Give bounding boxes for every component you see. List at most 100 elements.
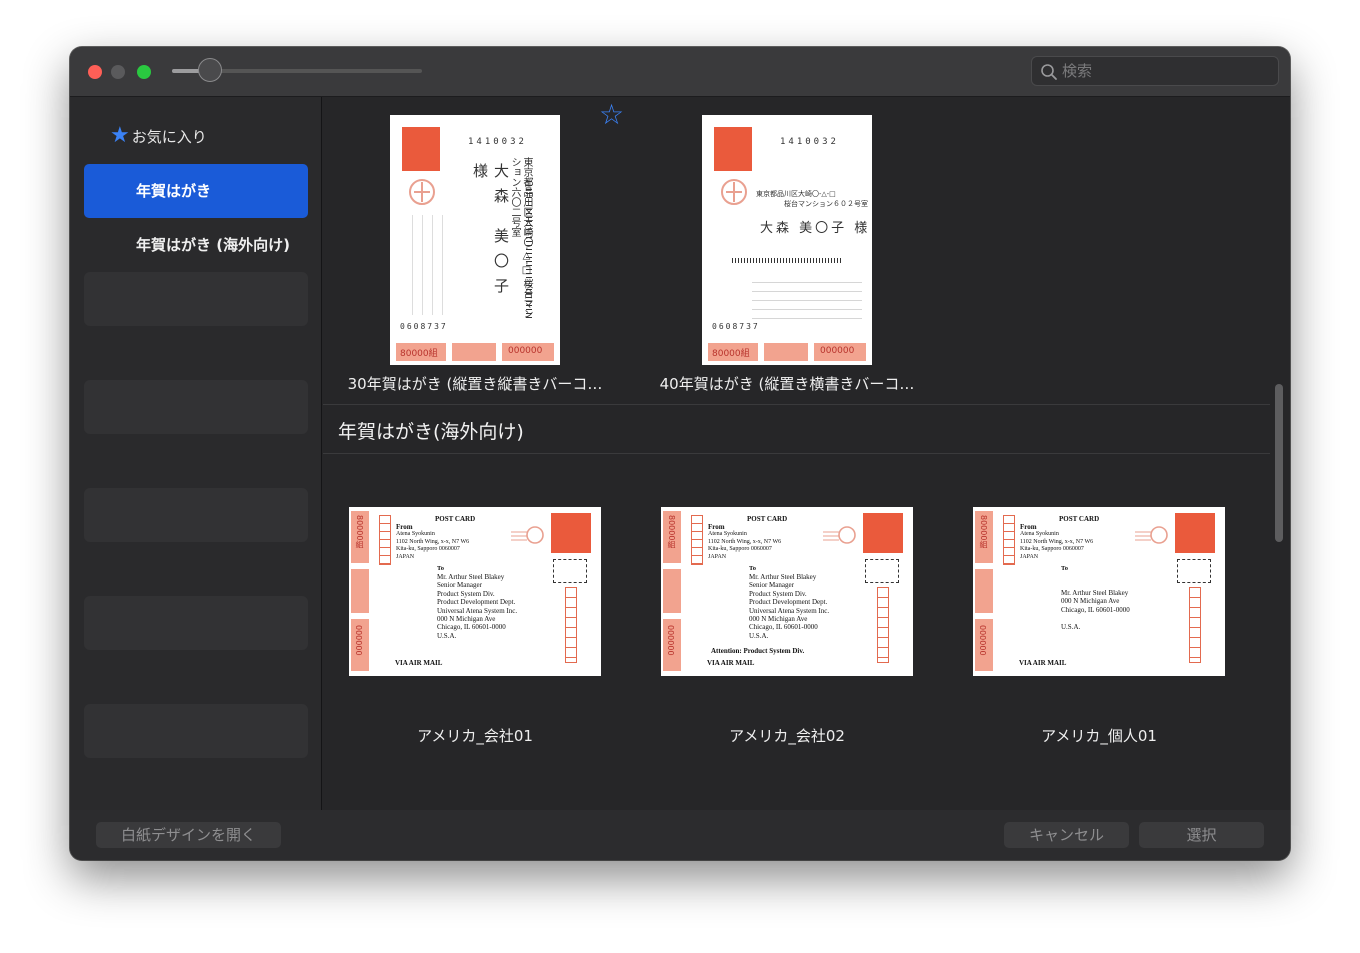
- thumbnail-size-slider[interactable]: [172, 58, 422, 82]
- from-line: 1102 North Wing, x-x, N7 W6: [396, 538, 470, 545]
- open-blank-design-button[interactable]: 白紙デザインを開く: [96, 822, 281, 848]
- from-line: JAPAN: [396, 553, 415, 560]
- sidebar-placeholder-item: [84, 272, 308, 326]
- postcard-footer: VIA AIR MAIL: [395, 659, 443, 667]
- to-line: Chicago, IL 60601-0000: [749, 623, 818, 632]
- barcode: [732, 258, 842, 263]
- stamp-value: 80000組: [712, 349, 750, 359]
- from-line: Kita-ku, Sapporo 0060007: [1020, 546, 1084, 552]
- star-icon: ★: [110, 123, 130, 148]
- sidebar-placeholder-item: [84, 596, 308, 650]
- stamp-value-box: 80000組: [975, 511, 993, 563]
- lottery-graphic: [452, 343, 496, 361]
- lottery-graphic: [351, 569, 369, 613]
- template-caption: アメリカ_会社01: [417, 727, 533, 745]
- stamp-value: 80000組: [355, 515, 364, 549]
- search-input[interactable]: [1062, 60, 1267, 82]
- from-line: Kita-ku, Sapporo 0060007: [396, 546, 460, 552]
- to-line: Chicago, IL 60601-0000: [437, 623, 506, 632]
- to-line: Senior Manager: [749, 581, 794, 590]
- recipient-address-line2: 桜台マンション６０２号室: [784, 200, 868, 208]
- favorite-star-icon[interactable]: ☆: [599, 101, 624, 129]
- lottery-number: 000000: [354, 625, 363, 656]
- zoom-window-button[interactable]: [137, 65, 151, 79]
- postal-code-boxes-vertical: [565, 587, 577, 663]
- lottery-box: 000000: [663, 619, 681, 671]
- attention-line: Attention: Product System Div.: [711, 647, 805, 655]
- sidebar-item-nenga[interactable]: 年賀はがき: [84, 164, 308, 218]
- vertical-scrollbar[interactable]: [1270, 97, 1290, 810]
- footer-bar: 白紙デザインを開く キャンセル 選択: [70, 810, 1290, 860]
- template-grid: 1410032 東京都品川区大崎〇-△-□ 桜台マンション六〇二号室 大森 美〇…: [323, 97, 1270, 810]
- to-line: Product System Div.: [749, 589, 807, 598]
- sidebar: ★ お気に入り 年賀はがき 年賀はがき (海外向け): [70, 97, 322, 810]
- sender-text: [406, 215, 452, 315]
- sidebar-item-nenga-overseas[interactable]: 年賀はがき (海外向け): [84, 218, 308, 272]
- return-code: 0608737: [712, 322, 760, 331]
- lottery-graphic: [975, 569, 993, 613]
- postal-code-boxes: [691, 515, 703, 565]
- lottery-number: 000000: [508, 346, 543, 356]
- to-line: U.S.A.: [749, 631, 769, 640]
- scroll-thumb[interactable]: [1275, 384, 1283, 542]
- template-card-postcard[interactable]: 80000組 000000 POST CARD From Atena Syokunin 1…: [349, 507, 601, 676]
- to-line: Mr. Arthur Steel Blakey: [1061, 589, 1129, 597]
- stamp-graphic: [1175, 513, 1215, 553]
- search-field[interactable]: [1031, 56, 1279, 86]
- stamp-value-box: 80000組: [396, 343, 446, 361]
- to-line: Mr. Arthur Steel Blakey: [749, 573, 817, 581]
- postcard-header: POST CARD: [1059, 515, 1100, 523]
- from-line: Atena Syokunin: [708, 531, 747, 537]
- recipient-address-line1: 東京都品川区大崎〇-△-□: [756, 190, 836, 198]
- lottery-graphic: [663, 569, 681, 613]
- cancel-button[interactable]: キャンセル: [1004, 822, 1129, 848]
- postage-note-box: [1177, 559, 1211, 583]
- return-code: 0608737: [400, 322, 448, 331]
- postmark-icon: [409, 179, 435, 205]
- search-icon: [1041, 64, 1057, 80]
- sidebar-placeholder-item: [84, 380, 308, 434]
- stamp-value-box: 80000組: [351, 511, 369, 563]
- postcard-header: POST CARD: [747, 515, 788, 523]
- close-window-button[interactable]: [88, 65, 102, 79]
- to-line: Universal Atena System Inc.: [749, 606, 830, 615]
- stamp-graphic: [402, 127, 440, 171]
- sidebar-item-label: 年賀はがき (海外向け): [136, 236, 290, 254]
- slider-knob[interactable]: [197, 58, 222, 82]
- template-card-nenga-horizontal[interactable]: 1410032 東京都品川区大崎〇-△-□ 桜台マンション６０２号室 大森 美〇…: [702, 115, 872, 365]
- postal-code-boxes: [379, 515, 391, 565]
- template-card-nenga-vertical[interactable]: 1410032 東京都品川区大崎〇-△-□ 桜台マンション六〇二号室 大森 美〇…: [390, 115, 560, 365]
- stamp-graphic: [863, 513, 903, 553]
- postmark-icon: [823, 526, 856, 544]
- favorites-label: お気に入り: [131, 127, 207, 146]
- template-caption: アメリカ_会社02: [729, 727, 845, 745]
- to-line: U.S.A.: [1061, 622, 1081, 631]
- lottery-number: 000000: [820, 346, 855, 356]
- to-line: 000 N Michigan Ave: [749, 615, 808, 623]
- minimize-window-button[interactable]: [111, 65, 125, 79]
- lottery-box: 000000: [814, 343, 866, 361]
- postal-code: 1410032: [468, 137, 527, 147]
- section-title: 年賀はがき(海外向け): [338, 421, 524, 443]
- title-bar: [70, 47, 1290, 97]
- template-card-postcard[interactable]: 80000組 000000 POST CARD From Atena Syokunin 1…: [973, 507, 1225, 676]
- from-line: JAPAN: [708, 553, 727, 560]
- template-caption: アメリカ_個人01: [1041, 727, 1157, 745]
- lottery-graphic: [764, 343, 808, 361]
- to-line: Chicago, IL 60601-0000: [1061, 605, 1130, 614]
- template-card-postcard[interactable]: 80000組 000000 POST CARD From Atena Syokunin 1…: [661, 507, 913, 676]
- postal-code-boxes-vertical: [877, 587, 889, 663]
- stamp-value-box: 80000組: [663, 511, 681, 563]
- to-line: 000 N Michigan Ave: [1061, 597, 1120, 606]
- to-line: Universal Atena System Inc.: [437, 606, 518, 615]
- to-line: Product Development Dept.: [437, 598, 516, 607]
- stamp-value: 80000組: [667, 515, 676, 549]
- sidebar-favorites[interactable]: ★ お気に入り: [110, 125, 207, 147]
- template-caption: 40年賀はがき (縦置き横書きバーコ…: [659, 375, 915, 393]
- from-line: JAPAN: [1020, 553, 1039, 560]
- select-button[interactable]: 選択: [1139, 822, 1264, 848]
- stamp-value-box: 80000組: [708, 343, 758, 361]
- from-line: Atena Syokunin: [1020, 531, 1059, 537]
- stamp-graphic: [714, 127, 752, 171]
- from-line: Atena Syokunin: [396, 531, 435, 537]
